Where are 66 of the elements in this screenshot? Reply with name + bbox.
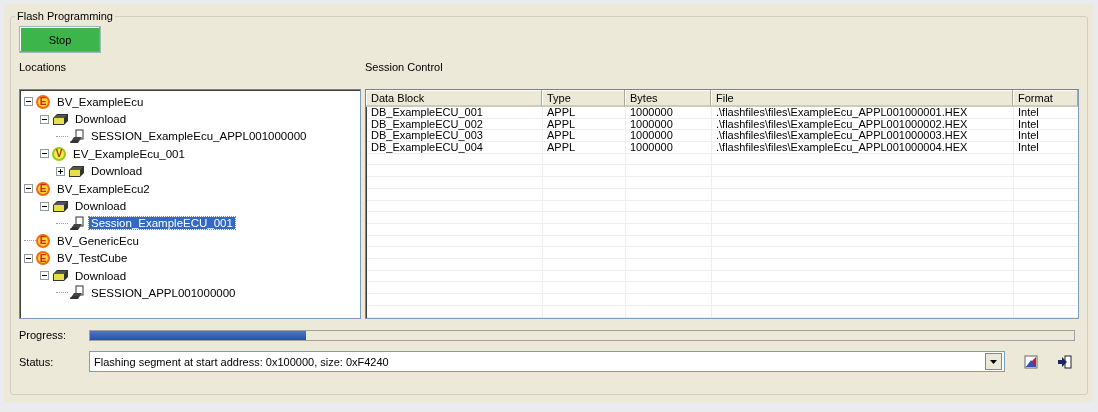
collapse-toggle[interactable] xyxy=(40,201,49,211)
table-cell-text: APPL xyxy=(546,130,577,143)
progress-label: Progress: xyxy=(19,329,68,341)
table-cell-text: 1000000 xyxy=(629,118,674,131)
table-cell-text: APPL xyxy=(546,107,577,119)
tree-item[interactable]: EV_ExampleEcu_001 xyxy=(71,147,187,160)
tree-item[interactable]: BV_ExampleEcu2 xyxy=(55,182,152,195)
box-icon xyxy=(52,199,69,213)
box-icon xyxy=(52,269,69,283)
table-cell-text: 1000000 xyxy=(629,107,674,119)
node-badge: V xyxy=(52,146,66,161)
group-title: Flash Programming xyxy=(16,10,114,22)
tree-item[interactable]: BV_TestCube xyxy=(55,252,130,265)
status-field[interactable]: Flashing segment at start address: 0x100000, size: 0xF4240 xyxy=(89,351,1005,372)
tree-item[interactable]: Session_ExampleECU_001 xyxy=(89,217,235,230)
chart-icon[interactable] xyxy=(1023,353,1039,370)
collapse-toggle[interactable] xyxy=(24,97,33,107)
table-cell-text: DB_ExampleECU_003 xyxy=(370,130,484,143)
collapse-toggle[interactable] xyxy=(40,114,49,124)
table-cell-text: Intel xyxy=(1017,107,1040,119)
collapse-toggle[interactable] xyxy=(24,184,33,194)
node-badge: E xyxy=(36,181,50,196)
collapse-toggle[interactable] xyxy=(40,271,49,281)
table-cell-text: APPL xyxy=(546,118,577,131)
column-header[interactable]: Type xyxy=(542,90,625,107)
box-icon xyxy=(52,112,69,126)
table-cell-text: 1000000 xyxy=(629,142,674,154)
table-cell-text: DB_ExampleECU_002 xyxy=(370,118,484,131)
chip-icon xyxy=(68,285,85,301)
collapse-toggle[interactable] xyxy=(40,149,49,159)
table-cell-text: DB_ExampleECU_001 xyxy=(370,107,484,119)
table-cell-text: .\flashfiles\files\ExampleEcu_APPL001000004.HEX xyxy=(715,142,969,154)
expand-toggle[interactable] xyxy=(56,166,65,176)
column-header[interactable]: File xyxy=(711,90,1013,107)
box-icon xyxy=(68,164,85,178)
tree-item[interactable]: Download xyxy=(89,165,145,178)
node-badge: E xyxy=(36,233,50,248)
table-cell-text: Intel xyxy=(1017,118,1040,131)
table-cell-text: .\flashfiles\files\ExampleEcu_APPL001000003.HEX xyxy=(715,130,969,143)
tree-item[interactable]: SESSION_ExampleEcu_APPL001000000 xyxy=(89,130,309,143)
table-cell-text: .\flashfiles\files\ExampleEcu_APPL001000002.HEX xyxy=(715,118,969,131)
table-cell-text: Intel xyxy=(1017,130,1040,143)
table-cell-text: APPL xyxy=(546,142,577,154)
table-cell-text: 1000000 xyxy=(629,130,674,143)
node-badge: E xyxy=(36,251,50,266)
export-icon[interactable] xyxy=(1057,353,1073,370)
chip-icon xyxy=(68,128,85,144)
tree-item[interactable]: SESSION_APPL001000000 xyxy=(89,287,238,299)
table-cell-text: .\flashfiles\files\ExampleEcu_APPL001000001.HEX xyxy=(715,107,969,119)
tree-item[interactable]: Download xyxy=(73,200,129,213)
stop-button[interactable]: Stop xyxy=(19,26,101,53)
column-header[interactable]: Format xyxy=(1013,90,1078,107)
section-label: Locations xyxy=(19,61,68,75)
tree-item[interactable]: BV_GenericEcu xyxy=(55,234,141,247)
tree-item[interactable]: Download xyxy=(73,113,129,126)
node-badge: E xyxy=(36,94,50,109)
chip-icon xyxy=(68,215,85,231)
tree-item[interactable]: Download xyxy=(73,269,129,282)
collapse-toggle[interactable] xyxy=(24,253,33,263)
status-label: Status: xyxy=(19,355,55,368)
table-cell-text: Intel xyxy=(1017,142,1040,154)
table-cell-text: DB_ExampleECU_004 xyxy=(370,142,484,154)
column-header[interactable]: Bytes xyxy=(625,90,711,107)
column-header[interactable]: Data Block xyxy=(366,90,542,107)
section-label: Session Control xyxy=(365,61,444,75)
tree-item[interactable]: BV_ExampleEcu xyxy=(55,95,146,108)
